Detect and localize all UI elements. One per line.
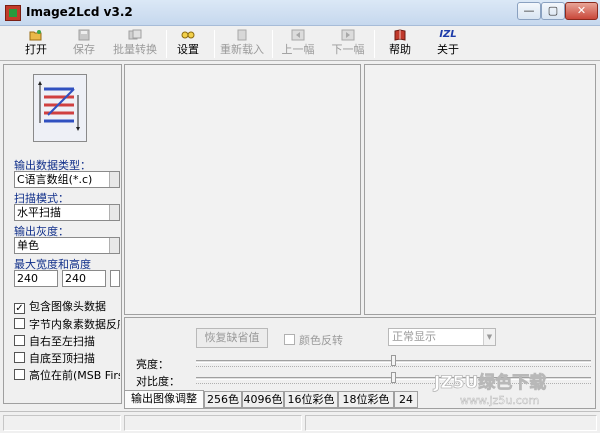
help-book-icon [393, 29, 407, 41]
restore-defaults-button[interactable]: 恢复缺省值 [196, 328, 268, 348]
contrast-slider-thumb[interactable] [390, 372, 396, 383]
tab-4096-color[interactable]: 4096色 [242, 391, 284, 408]
tab-24bit-color[interactable]: 24 [394, 391, 418, 408]
window-title: Image2Lcd v3.2 [26, 5, 133, 19]
display-mode-select[interactable]: 正常显示 ▼ [388, 328, 496, 346]
brightness-slider-thumb[interactable] [390, 355, 396, 366]
close-button[interactable]: ✕ [565, 2, 598, 20]
status-cell [124, 415, 302, 431]
include-header-checkbox[interactable]: ✓ 包含图像头数据 [14, 298, 106, 314]
toolbar-separator [214, 30, 215, 58]
checkmark-icon: ✓ [14, 303, 25, 314]
next-image-button[interactable]: 下一幅 [324, 28, 372, 60]
bottom-to-top-checkbox[interactable]: 自底至顶扫描 [14, 350, 95, 365]
brightness-label: 亮度： [136, 358, 169, 371]
app-icon [5, 5, 21, 21]
lock-ratio-button[interactable] [110, 270, 120, 287]
chevron-down-icon [109, 205, 119, 220]
reload-button[interactable]: 重新载入 [216, 28, 268, 60]
gray-level-select[interactable]: 单色 [14, 237, 120, 254]
contrast-slider-ticks [196, 383, 591, 387]
reverse-pixel-order-checkbox[interactable]: 字节内象素数据反序 [14, 316, 120, 331]
scan-preview-image [33, 74, 87, 142]
contrast-label: 对比度： [136, 375, 180, 388]
status-cell [3, 415, 121, 431]
previous-image-button[interactable]: 上一幅 [274, 28, 322, 60]
max-width-input[interactable]: 240 [14, 270, 58, 287]
previous-image-icon [291, 29, 305, 41]
batch-convert-button[interactable]: 批量转换 [108, 28, 162, 60]
chevron-down-icon [109, 238, 119, 253]
toolbar: 打开 保存 批量转换 设置 重新载入 上一幅 下一幅 帮助 IZL 关于 [0, 27, 600, 61]
settings-button[interactable]: 设置 [164, 28, 212, 60]
status-cell [305, 415, 597, 431]
open-folder-icon [29, 29, 43, 41]
tab-16bit-color[interactable]: 16位彩色 [284, 391, 338, 408]
title-bar: Image2Lcd v3.2 — ▢ ✕ [0, 0, 600, 26]
next-image-icon [341, 29, 355, 41]
tab-256-color[interactable]: 256色 [204, 391, 242, 408]
help-button[interactable]: 帮助 [376, 28, 424, 60]
batch-convert-icon [128, 29, 142, 41]
invert-colors-checkbox[interactable]: 颜色反转 [284, 332, 343, 348]
brightness-slider-ticks [196, 366, 591, 370]
settings-glasses-icon [181, 29, 195, 41]
about-izl-icon: IZL [439, 29, 457, 40]
tab-18bit-color[interactable]: 18位彩色 [338, 391, 394, 408]
save-disk-icon [77, 29, 91, 41]
output-image-pane[interactable] [364, 64, 596, 315]
right-to-left-checkbox[interactable]: 自右至左扫描 [14, 333, 95, 348]
output-type-select[interactable]: C语言数组(*.c) [14, 171, 120, 188]
toolbar-separator [374, 30, 375, 58]
toolbar-separator [272, 30, 273, 58]
minimize-button[interactable]: — [517, 2, 541, 20]
msb-first-checkbox[interactable]: 高位在前(MSB First) [14, 367, 120, 382]
chevron-down-icon [109, 172, 119, 187]
maximize-button[interactable]: ▢ [541, 2, 565, 20]
open-button[interactable]: 打开 [12, 28, 60, 60]
save-button[interactable]: 保存 [60, 28, 108, 60]
source-image-pane[interactable] [124, 64, 361, 315]
status-bar [0, 411, 600, 433]
tab-output-adjust[interactable]: 输出图像调整 [124, 390, 204, 408]
about-button[interactable]: IZL 关于 [424, 28, 472, 60]
max-height-input[interactable]: 240 [62, 270, 106, 287]
scan-mode-select[interactable]: 水平扫描 [14, 204, 120, 221]
chevron-down-icon: ▼ [483, 329, 495, 345]
reload-icon [235, 29, 249, 41]
